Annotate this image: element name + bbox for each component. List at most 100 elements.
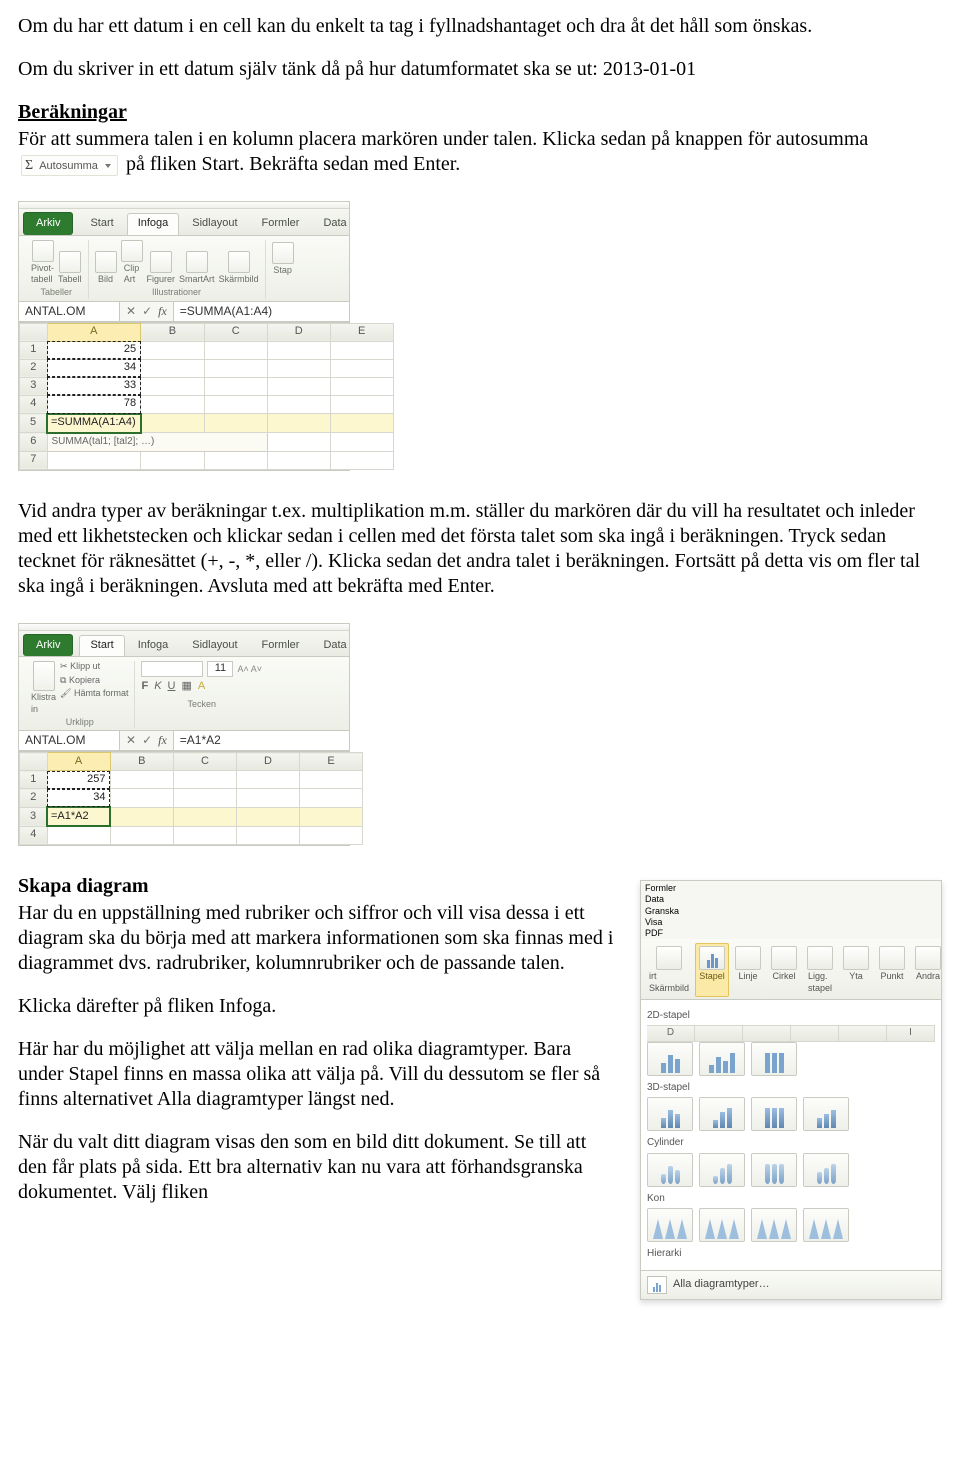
- tab-formler[interactable]: Formler: [645, 883, 937, 894]
- chart-thumb[interactable]: [751, 1208, 797, 1242]
- chart-thumb[interactable]: [699, 1153, 745, 1187]
- select-all[interactable]: [20, 323, 48, 341]
- enter-icon[interactable]: ✓: [142, 304, 152, 319]
- tab-infoga[interactable]: Infoga: [127, 635, 180, 657]
- cell[interactable]: 257: [47, 771, 110, 789]
- cell[interactable]: 34: [47, 789, 110, 808]
- tab-sidlayout[interactable]: Sidlayout: [181, 213, 248, 235]
- font-size-input[interactable]: 11: [207, 661, 233, 677]
- cancel-icon[interactable]: ✕: [126, 304, 136, 319]
- tab-infoga[interactable]: Infoga: [127, 213, 180, 235]
- bar-chart-button[interactable]: Ligg. stapel: [803, 943, 837, 997]
- screenshot-button-partial[interactable]: irt Skärmbild: [645, 943, 693, 997]
- col-header[interactable]: D: [237, 753, 300, 771]
- name-box[interactable]: ANTAL.OM: [19, 731, 120, 750]
- tab-data[interactable]: Data: [645, 894, 937, 905]
- spreadsheet-grid[interactable]: A B C D E 125 234 333 478 5=SUMMA(A1:A4)…: [19, 322, 349, 470]
- tab-data[interactable]: Data: [312, 635, 357, 657]
- tab-granska[interactable]: Granska: [645, 906, 937, 917]
- area-chart-button[interactable]: Yta: [839, 943, 873, 997]
- col-header[interactable]: C: [174, 753, 237, 771]
- row-header[interactable]: 4: [20, 826, 48, 845]
- row-header[interactable]: 5: [20, 414, 48, 433]
- cut-button[interactable]: ✂ Klipp ut: [60, 661, 128, 672]
- select-all[interactable]: [20, 753, 48, 771]
- all-chart-types-button[interactable]: Alla diagramtyper…: [641, 1270, 941, 1299]
- smartart-button[interactable]: SmartArt: [179, 251, 215, 285]
- chart-thumb[interactable]: [647, 1097, 693, 1131]
- line-chart-button[interactable]: Linje: [731, 943, 765, 997]
- tab-data[interactable]: Data: [312, 213, 357, 235]
- row-header[interactable]: 3: [20, 377, 48, 395]
- col-header[interactable]: C: [204, 323, 267, 341]
- tab-visa[interactable]: Visa: [645, 917, 937, 928]
- paste-button[interactable]: Klistra in: [31, 661, 56, 715]
- row-header[interactable]: 4: [20, 395, 48, 414]
- tab-formler[interactable]: Formler: [251, 213, 311, 235]
- col-header[interactable]: B: [141, 323, 205, 341]
- tab-pdf[interactable]: PDF: [645, 928, 937, 939]
- formula-input[interactable]: =A1*A2: [174, 731, 349, 750]
- row-header[interactable]: 3: [20, 807, 48, 826]
- col-header[interactable]: A: [47, 753, 110, 771]
- column-chart-button[interactable]: Stap: [272, 242, 294, 276]
- formula-input[interactable]: =SUMMA(A1:A4): [174, 302, 349, 321]
- scatter-chart-button[interactable]: Punkt: [875, 943, 909, 997]
- chart-thumb[interactable]: [751, 1153, 797, 1187]
- row-header[interactable]: 7: [20, 451, 48, 469]
- cell[interactable]: 33: [47, 377, 141, 395]
- col-header[interactable]: B: [110, 753, 174, 771]
- italic-button[interactable]: K: [154, 680, 161, 694]
- col-header[interactable]: E: [300, 753, 363, 771]
- column-chart-button[interactable]: Stapel: [695, 943, 729, 997]
- format-painter-button[interactable]: 🖌 Hämta format: [60, 688, 128, 699]
- chart-thumb[interactable]: [699, 1097, 745, 1131]
- fx-icon[interactable]: fx: [158, 304, 167, 319]
- cell-editing[interactable]: =A1*A2: [47, 807, 110, 826]
- chart-thumb[interactable]: [647, 1042, 693, 1076]
- row-header[interactable]: 1: [20, 771, 48, 789]
- cell-editing[interactable]: =SUMMA(A1:A4): [47, 414, 141, 433]
- name-box[interactable]: ANTAL.OM: [19, 302, 120, 321]
- row-header[interactable]: 2: [20, 359, 48, 377]
- tab-sidlayout[interactable]: Sidlayout: [181, 635, 248, 657]
- col-header[interactable]: A: [47, 323, 141, 341]
- cell[interactable]: 78: [47, 395, 141, 414]
- screenshot-button[interactable]: Skärmbild: [219, 251, 259, 285]
- chart-thumb[interactable]: [803, 1153, 849, 1187]
- tab-file[interactable]: Arkiv: [23, 634, 73, 657]
- tab-file[interactable]: Arkiv: [23, 212, 73, 235]
- row-header[interactable]: 2: [20, 789, 48, 808]
- cell[interactable]: 34: [47, 359, 141, 377]
- chart-thumb[interactable]: [699, 1042, 745, 1076]
- underline-button[interactable]: U: [168, 680, 176, 694]
- chart-thumb[interactable]: [751, 1042, 797, 1076]
- col-header[interactable]: E: [330, 323, 393, 341]
- picture-button[interactable]: Bild: [95, 251, 117, 285]
- chart-thumb[interactable]: [647, 1153, 693, 1187]
- row-header[interactable]: 1: [20, 341, 48, 359]
- copy-button[interactable]: ⧉ Kopiera: [60, 675, 128, 686]
- chart-thumb[interactable]: [647, 1208, 693, 1242]
- enter-icon[interactable]: ✓: [142, 733, 152, 748]
- tab-start[interactable]: Start: [79, 635, 124, 657]
- tab-start[interactable]: Start: [79, 213, 124, 235]
- spreadsheet-grid[interactable]: A B C D E 1257 234 3=A1*A2 4: [19, 751, 349, 845]
- shapes-button[interactable]: Figurer: [147, 251, 176, 285]
- cell[interactable]: 25: [47, 341, 141, 359]
- other-charts-button[interactable]: Andra: [911, 943, 945, 997]
- row-header[interactable]: 6: [20, 433, 48, 452]
- cancel-icon[interactable]: ✕: [126, 733, 136, 748]
- bold-button[interactable]: F: [141, 680, 148, 694]
- chart-thumb[interactable]: [803, 1208, 849, 1242]
- chart-thumb[interactable]: [699, 1208, 745, 1242]
- pivot-table-button[interactable]: Pivot- tabell: [31, 240, 54, 286]
- col-header[interactable]: D: [267, 323, 330, 341]
- pie-chart-button[interactable]: Cirkel: [767, 943, 801, 997]
- chart-thumb[interactable]: [751, 1097, 797, 1131]
- tab-formler[interactable]: Formler: [251, 635, 311, 657]
- table-button[interactable]: Tabell: [58, 251, 82, 285]
- chart-thumb[interactable]: [803, 1097, 849, 1131]
- fx-icon[interactable]: fx: [158, 733, 167, 748]
- clipart-button[interactable]: Clip Art: [121, 240, 143, 286]
